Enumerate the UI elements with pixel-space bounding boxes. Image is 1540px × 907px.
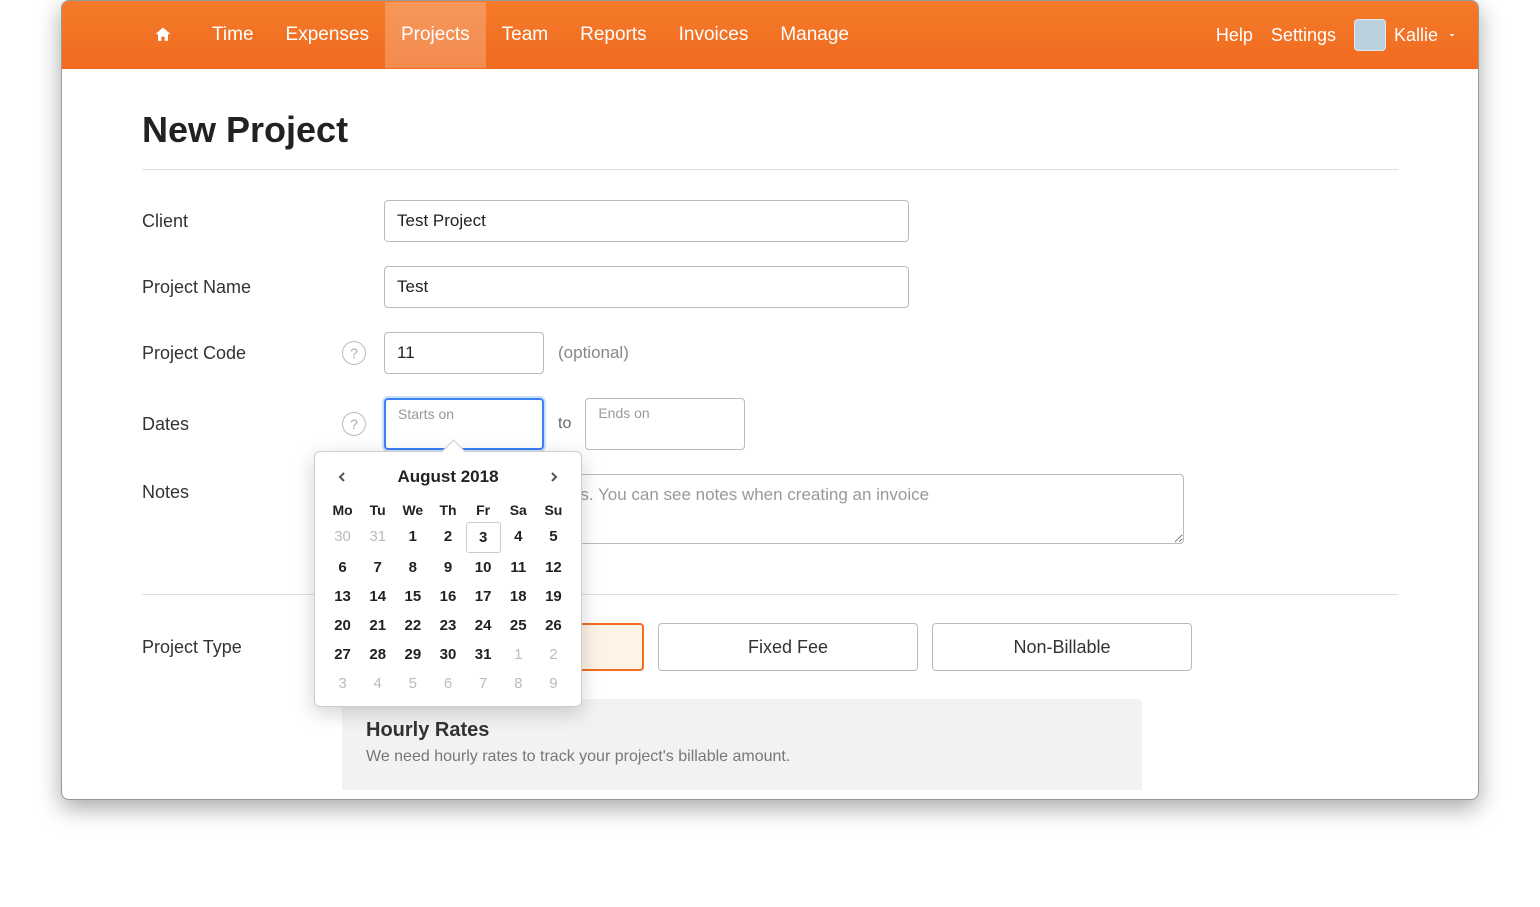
calendar-day[interactable]: 4 bbox=[501, 522, 536, 553]
calendar-day[interactable]: 6 bbox=[430, 669, 465, 698]
calendar-day[interactable]: 5 bbox=[536, 522, 571, 553]
calendar-dow: Sa bbox=[501, 498, 536, 522]
calendar-prev-icon[interactable] bbox=[331, 466, 353, 488]
nav-item-time[interactable]: Time bbox=[196, 2, 270, 68]
settings-link[interactable]: Settings bbox=[1271, 25, 1336, 46]
divider bbox=[142, 169, 1398, 170]
client-input[interactable] bbox=[384, 200, 909, 242]
calendar-day[interactable]: 5 bbox=[395, 669, 430, 698]
nav-item-manage[interactable]: Manage bbox=[764, 2, 865, 68]
calendar-day[interactable]: 31 bbox=[466, 640, 501, 669]
calendar-day[interactable]: 9 bbox=[536, 669, 571, 698]
calendar-day[interactable]: 30 bbox=[325, 522, 360, 553]
calendar-day[interactable]: 6 bbox=[325, 553, 360, 582]
calendar-dow: Tu bbox=[360, 498, 395, 522]
help-icon[interactable]: ? bbox=[342, 412, 366, 436]
nav-item-reports[interactable]: Reports bbox=[564, 2, 663, 68]
calendar-day[interactable]: 14 bbox=[360, 582, 395, 611]
calendar-day[interactable]: 3 bbox=[325, 669, 360, 698]
nav-item-team[interactable]: Team bbox=[486, 2, 564, 68]
project-code-label: Project Code bbox=[142, 343, 342, 364]
calendar-day[interactable]: 23 bbox=[430, 611, 465, 640]
calendar-day[interactable]: 27 bbox=[325, 640, 360, 669]
calendar-day[interactable]: 30 bbox=[430, 640, 465, 669]
project-name-label: Project Name bbox=[142, 277, 342, 298]
calendar-day[interactable]: 11 bbox=[501, 553, 536, 582]
calendar-day[interactable]: 8 bbox=[501, 669, 536, 698]
calendar-day[interactable]: 22 bbox=[395, 611, 430, 640]
calendar-day[interactable]: 2 bbox=[430, 522, 465, 553]
calendar-title: August 2018 bbox=[397, 467, 498, 487]
calendar-day[interactable]: 1 bbox=[501, 640, 536, 669]
project-type-option[interactable]: Fixed Fee bbox=[658, 623, 918, 671]
calendar-day[interactable]: 12 bbox=[536, 553, 571, 582]
chevron-down-icon bbox=[1446, 25, 1458, 46]
project-name-input[interactable] bbox=[384, 266, 909, 308]
nav-item-expenses[interactable]: Expenses bbox=[270, 2, 385, 68]
starts-on-input[interactable]: Starts on bbox=[384, 398, 544, 450]
calendar-day[interactable]: 24 bbox=[466, 611, 501, 640]
calendar-day[interactable]: 2 bbox=[536, 640, 571, 669]
calendar-day[interactable]: 26 bbox=[536, 611, 571, 640]
hourly-rates-subtitle: We need hourly rates to track your proje… bbox=[366, 748, 1118, 766]
calendar-day[interactable]: 28 bbox=[360, 640, 395, 669]
calendar-day[interactable]: 4 bbox=[360, 669, 395, 698]
project-type-label: Project Type bbox=[142, 637, 342, 658]
page-title: New Project bbox=[142, 109, 1398, 151]
nav-item-invoices[interactable]: Invoices bbox=[663, 2, 765, 68]
top-nav: TimeExpensesProjectsTeamReportsInvoicesM… bbox=[62, 1, 1478, 69]
ends-on-input[interactable]: Ends on bbox=[585, 398, 745, 450]
calendar-day[interactable]: 25 bbox=[501, 611, 536, 640]
calendar-day[interactable]: 1 bbox=[395, 522, 430, 553]
calendar-day[interactable]: 9 bbox=[430, 553, 465, 582]
calendar-day[interactable]: 15 bbox=[395, 582, 430, 611]
home-icon[interactable] bbox=[152, 24, 174, 46]
calendar-dow: Su bbox=[536, 498, 571, 522]
client-label: Client bbox=[142, 211, 342, 232]
user-name: Kallie bbox=[1394, 25, 1438, 46]
calendar-next-icon[interactable] bbox=[543, 466, 565, 488]
calendar-day[interactable]: 21 bbox=[360, 611, 395, 640]
user-menu[interactable]: Kallie bbox=[1354, 19, 1458, 51]
calendar-day[interactable]: 7 bbox=[466, 669, 501, 698]
dates-label: Dates bbox=[142, 414, 342, 435]
notes-label: Notes bbox=[142, 474, 342, 503]
calendar-dow: Th bbox=[430, 498, 465, 522]
hourly-rates-title: Hourly Rates bbox=[366, 719, 1118, 742]
calendar-day[interactable]: 16 bbox=[430, 582, 465, 611]
calendar-day[interactable]: 29 bbox=[395, 640, 430, 669]
project-type-option[interactable]: Non-Billable bbox=[932, 623, 1192, 671]
calendar-day[interactable]: 17 bbox=[466, 582, 501, 611]
calendar-day[interactable]: 18 bbox=[501, 582, 536, 611]
optional-text: (optional) bbox=[558, 343, 629, 363]
project-code-input[interactable] bbox=[384, 332, 544, 374]
calendar-dow: Fr bbox=[466, 498, 501, 522]
calendar-dow: Mo bbox=[325, 498, 360, 522]
calendar-day[interactable]: 7 bbox=[360, 553, 395, 582]
calendar-day[interactable]: 13 bbox=[325, 582, 360, 611]
datepicker-popover: August 2018 MoTuWeThFrSaSu 3031123456789… bbox=[314, 451, 582, 707]
hourly-rates-box: Hourly Rates We need hourly rates to tra… bbox=[342, 699, 1142, 790]
nav-item-projects[interactable]: Projects bbox=[385, 2, 486, 68]
calendar-day[interactable]: 19 bbox=[536, 582, 571, 611]
calendar-dow: We bbox=[395, 498, 430, 522]
to-text: to bbox=[558, 415, 571, 433]
calendar-day[interactable]: 31 bbox=[360, 522, 395, 553]
calendar-day[interactable]: 3 bbox=[466, 522, 501, 553]
calendar-day[interactable]: 10 bbox=[466, 553, 501, 582]
calendar-day[interactable]: 20 bbox=[325, 611, 360, 640]
help-link[interactable]: Help bbox=[1216, 25, 1253, 46]
avatar bbox=[1354, 19, 1386, 51]
help-icon[interactable]: ? bbox=[342, 341, 366, 365]
calendar-day[interactable]: 8 bbox=[395, 553, 430, 582]
